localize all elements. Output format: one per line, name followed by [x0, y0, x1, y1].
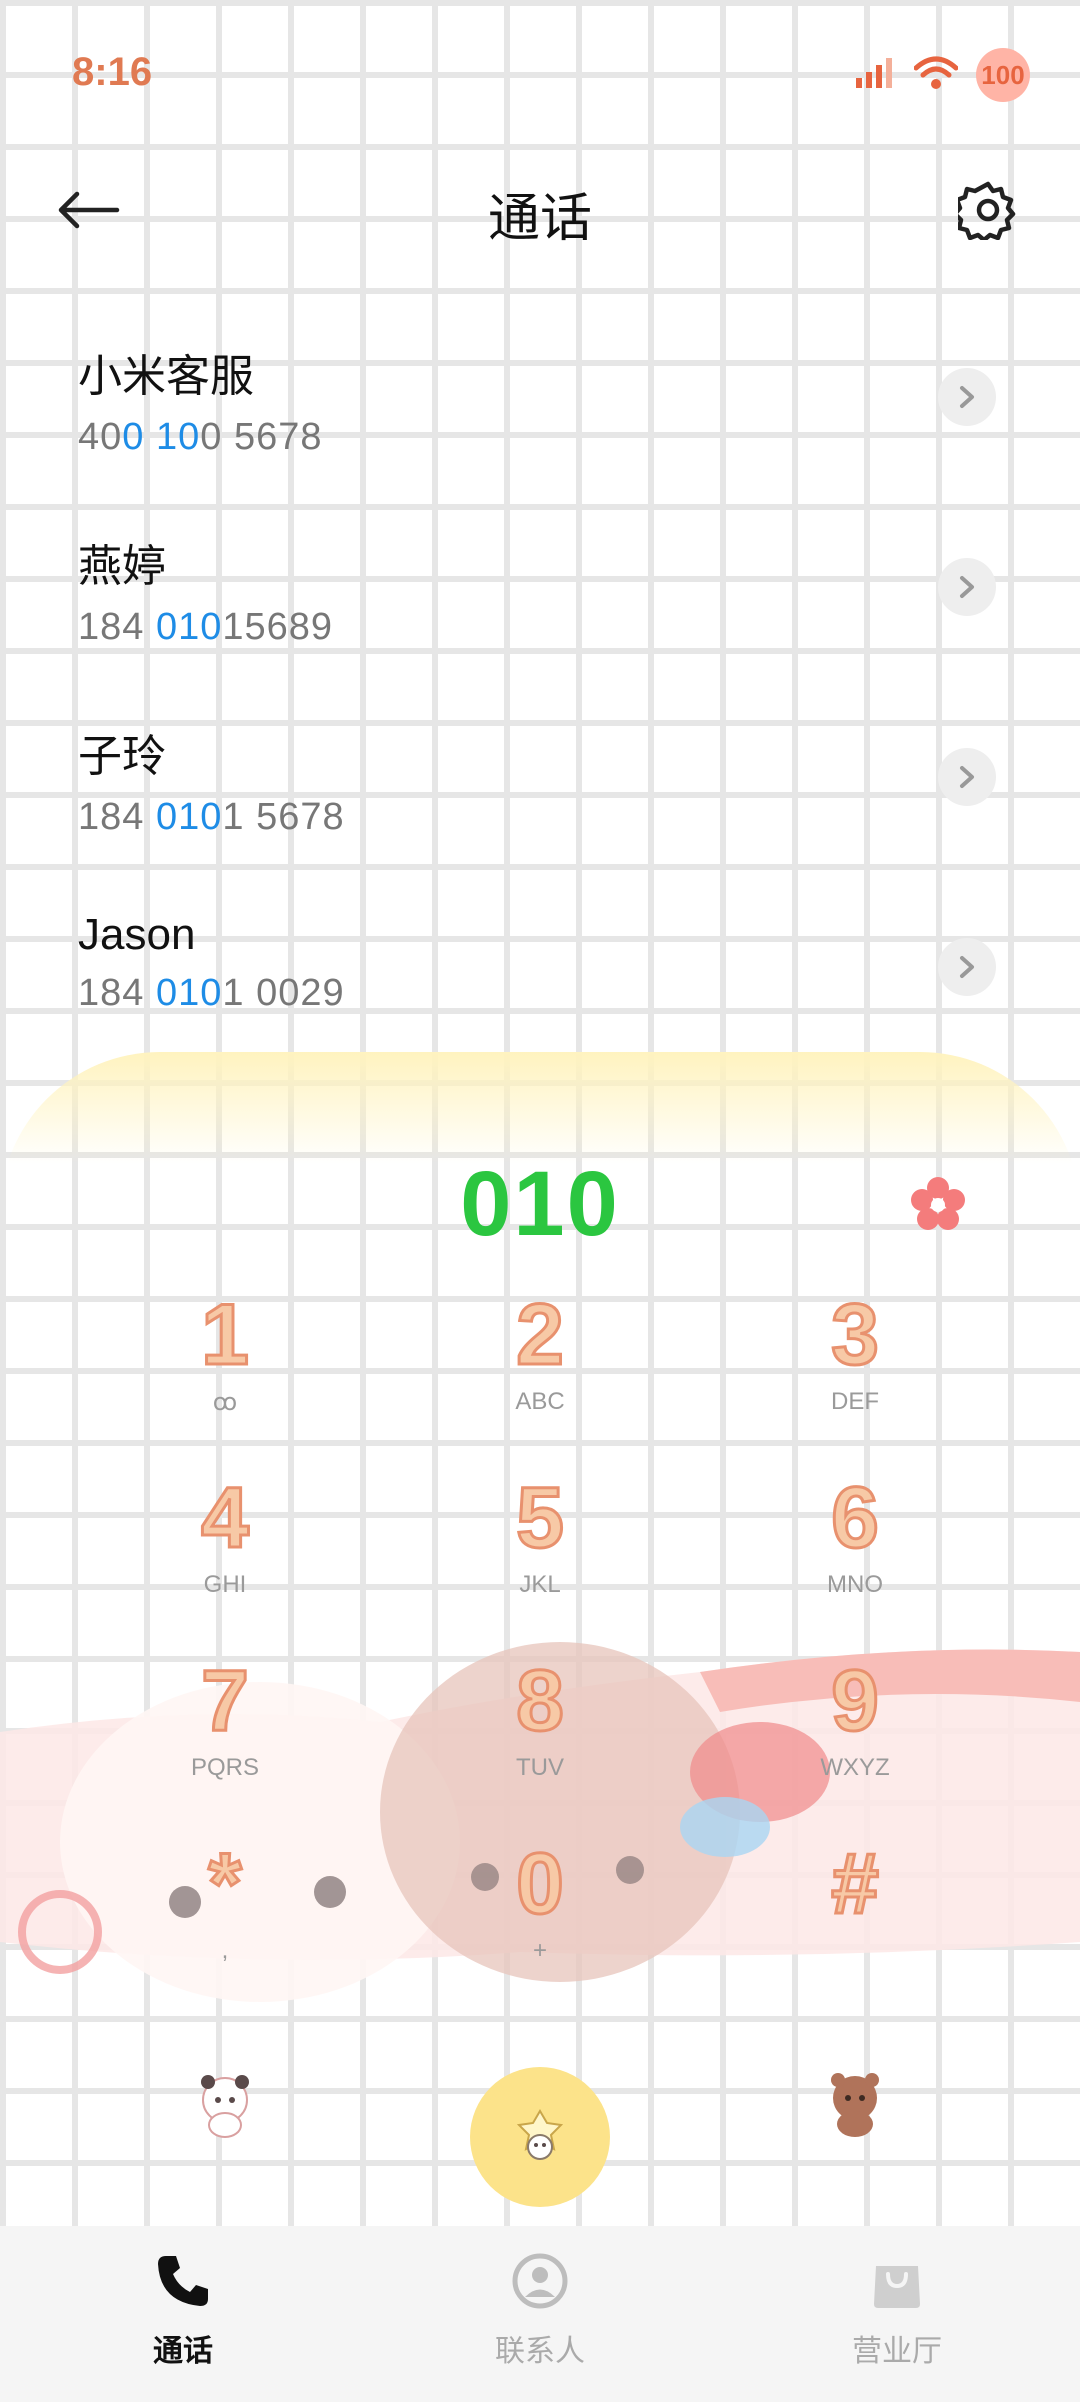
contact-detail-button[interactable]	[938, 368, 996, 426]
key-4[interactable]: 4 GHI	[105, 1474, 345, 1635]
page-title: 通话	[487, 190, 592, 248]
contacts-icon	[512, 2253, 568, 2309]
key-9[interactable]: 9 WXYZ	[735, 1657, 975, 1818]
status-bar: 8:16 100	[0, 0, 1080, 150]
tab-calls[interactable]: 通话	[63, 2246, 303, 2370]
key-0[interactable]: 0 +	[420, 1840, 660, 2001]
bottom-nav: 通话 联系人 营业厅	[0, 2226, 1080, 2402]
contact-detail-button[interactable]	[938, 938, 996, 996]
settings-button[interactable]	[950, 172, 1026, 248]
contact-name: 子玲	[78, 732, 166, 781]
key-7[interactable]: 7 PQRS	[105, 1657, 345, 1818]
contact-name: Jason	[78, 910, 196, 959]
contact-detail-button[interactable]	[938, 748, 996, 806]
shop-bag-icon	[874, 2266, 920, 2308]
voicemail-icon: ꝏ	[212, 1389, 238, 1416]
contact-detail-button[interactable]	[938, 558, 996, 616]
contact-row[interactable]: Jason 184 0101 0029	[0, 880, 1080, 1070]
contact-row[interactable]: 子玲 184 0101 5678	[0, 690, 1080, 880]
status-time: 8:16	[72, 50, 153, 94]
tab-contacts[interactable]: 联系人	[420, 2246, 660, 2370]
key-3[interactable]: 3 DEF	[735, 1291, 975, 1452]
battery-indicator: 100	[976, 48, 1030, 102]
key-6[interactable]: 6 MNO	[735, 1474, 975, 1635]
flower-icon[interactable]	[910, 1176, 966, 1232]
keypad: 1 ꝏ 2 ABC 3 DEF 4 GHI 5 JKL 6 MNO 7 PQRS…	[0, 1291, 1080, 2032]
bear-sticker-icon[interactable]	[820, 2070, 890, 2140]
chevron-right-icon	[960, 956, 974, 978]
key-hash[interactable]: #	[735, 1840, 975, 2001]
contact-name: 燕婷	[78, 542, 166, 591]
signal-icon	[856, 57, 896, 93]
contact-name: 小米客服	[78, 352, 254, 401]
contact-row[interactable]: 燕婷 184 01015689	[0, 500, 1080, 690]
key-1[interactable]: 1 ꝏ	[105, 1291, 345, 1452]
contact-number: 184 01015689	[78, 606, 334, 648]
wifi-icon	[913, 56, 959, 95]
key-5[interactable]: 5 JKL	[420, 1474, 660, 1635]
contact-number: 184 0101 0029	[78, 972, 345, 1014]
dialpad-panel: 010 1 ꝏ 2 ABC 3 DEF 4 GHI 5 JKL 6 MNO 7 …	[0, 1052, 1080, 2224]
contact-number: 400 100 5678	[78, 416, 323, 458]
chevron-right-icon	[960, 386, 974, 408]
key-8[interactable]: 8 TUV	[420, 1657, 660, 1818]
phone-icon	[158, 2256, 208, 2306]
contact-number: 184 0101 5678	[78, 796, 345, 838]
header: 通话	[0, 150, 1080, 270]
call-button[interactable]	[470, 2067, 610, 2207]
call-sticker-icon	[516, 2109, 564, 2160]
tab-service-hall[interactable]: 营业厅	[777, 2246, 1017, 2370]
contact-row[interactable]: 小米客服 400 100 5678	[0, 310, 1080, 500]
panda-sticker-icon[interactable]	[190, 2070, 260, 2140]
chevron-right-icon	[960, 766, 974, 788]
status-icons: 100	[856, 48, 1030, 102]
key-2[interactable]: 2 ABC	[420, 1291, 660, 1452]
contact-suggestion-list: 小米客服 400 100 5678 燕婷 184 01015689 子玲 184…	[0, 310, 1080, 1070]
chevron-right-icon	[960, 576, 974, 598]
gear-icon	[958, 181, 1016, 240]
key-star[interactable]: * ,	[105, 1840, 345, 2001]
